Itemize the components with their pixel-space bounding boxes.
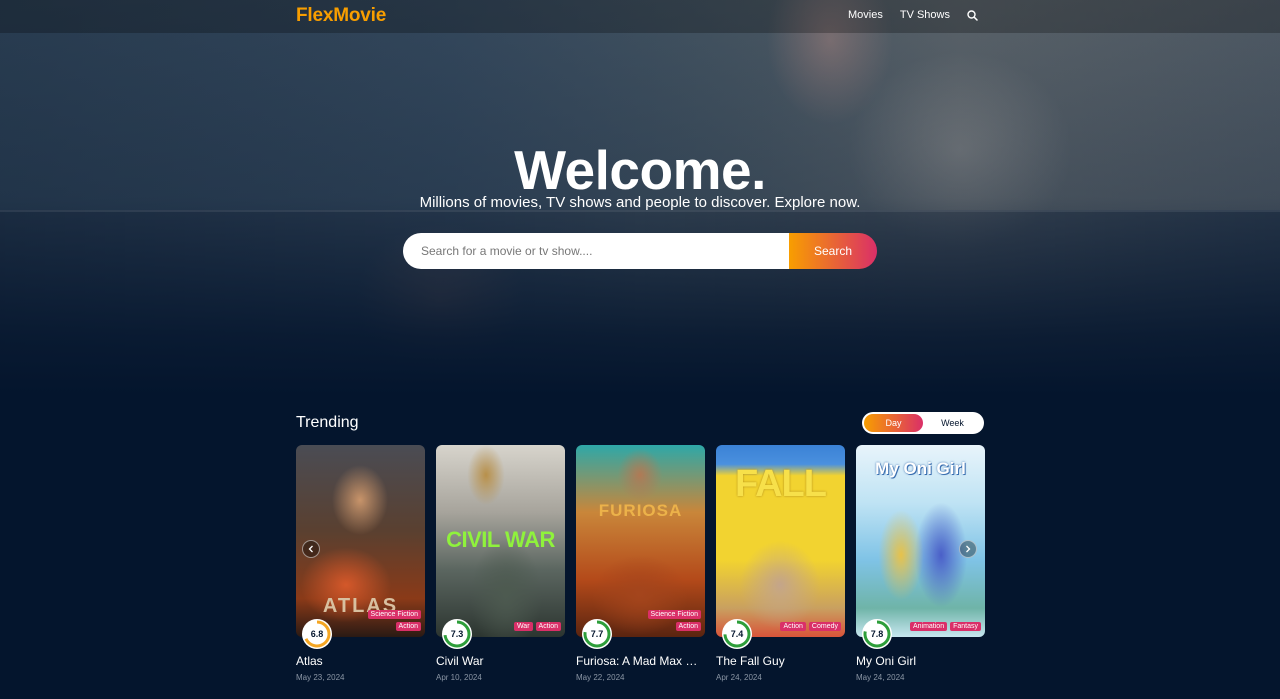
tab-day[interactable]: Day bbox=[864, 414, 923, 432]
main-nav: Movies TV Shows bbox=[848, 9, 978, 21]
movie-poster[interactable]: CIVIL WAR War Action 7.3 bbox=[436, 445, 565, 649]
nav-movies[interactable]: Movies bbox=[848, 9, 883, 21]
release-date: May 23, 2024 bbox=[296, 673, 345, 682]
genre-tag: Action bbox=[535, 622, 561, 631]
trending-title: Trending bbox=[296, 414, 359, 431]
genre-tags: Science Fiction Action bbox=[647, 610, 701, 631]
genre-tag: Science Fiction bbox=[647, 610, 701, 619]
nav-tv-shows[interactable]: TV Shows bbox=[900, 9, 950, 21]
rating-circle: 7.4 bbox=[722, 619, 752, 649]
rating-circle: 6.8 bbox=[302, 619, 332, 649]
rating-circle: 7.3 bbox=[442, 619, 472, 649]
rating-value: 6.8 bbox=[310, 629, 324, 639]
genre-tag: Action bbox=[780, 622, 806, 631]
release-date: May 24, 2024 bbox=[856, 673, 905, 682]
genre-tags: War Action bbox=[513, 622, 561, 631]
genre-tag: Action bbox=[395, 622, 421, 631]
genre-tag: War bbox=[513, 622, 533, 631]
poster-image: FURIOSA bbox=[576, 445, 705, 637]
genre-tags: Science Fiction Action bbox=[367, 610, 421, 631]
genre-tags: Action Comedy bbox=[780, 622, 841, 631]
poster-title-art: FALL bbox=[735, 463, 827, 505]
movie-title[interactable]: My Oni Girl bbox=[856, 654, 985, 668]
top-navbar: FlexMovie Movies TV Shows bbox=[0, 0, 1280, 33]
site-logo[interactable]: FlexMovie bbox=[296, 5, 386, 27]
movie-card[interactable]: FURIOSA Science Fiction Action 7.7 Furio… bbox=[576, 445, 705, 682]
tab-week[interactable]: Week bbox=[923, 414, 982, 432]
release-date: Apr 10, 2024 bbox=[436, 673, 482, 682]
movie-poster[interactable]: FURIOSA Science Fiction Action 7.7 bbox=[576, 445, 705, 649]
movie-poster[interactable]: FALL Action Comedy 7.4 bbox=[716, 445, 845, 649]
rating-value: 7.7 bbox=[590, 629, 604, 639]
genre-tags: Animation Fantasy bbox=[909, 622, 981, 631]
genre-tag: Action bbox=[675, 622, 701, 631]
movie-title[interactable]: The Fall Guy bbox=[716, 654, 845, 668]
movie-card[interactable]: CIVIL WAR War Action 7.3 Civil War Apr 1… bbox=[436, 445, 565, 682]
rating-value: 7.8 bbox=[870, 629, 884, 639]
poster-image: CIVIL WAR bbox=[436, 445, 565, 637]
poster-title-art: My Oni Girl bbox=[875, 459, 966, 478]
genre-tag: Fantasy bbox=[950, 622, 981, 631]
poster-title-art: FURIOSA bbox=[598, 501, 683, 520]
search-input[interactable] bbox=[403, 233, 789, 269]
hero-search-bar: Search bbox=[403, 233, 877, 269]
trending-time-switch: Day Week bbox=[862, 412, 984, 434]
genre-tag: Science Fiction bbox=[367, 610, 421, 619]
movie-card[interactable]: FALL Action Comedy 7.4 The Fall Guy Apr … bbox=[716, 445, 845, 682]
rating-value: 7.4 bbox=[730, 629, 744, 639]
genre-tag: Animation bbox=[909, 622, 948, 631]
movie-title[interactable]: Civil War bbox=[436, 654, 565, 668]
genre-tag: Comedy bbox=[808, 622, 841, 631]
movie-card[interactable]: My Oni Girl Animation Fantasy 7.8 My Oni… bbox=[856, 445, 985, 682]
search-icon[interactable] bbox=[967, 9, 978, 21]
release-date: Apr 24, 2024 bbox=[716, 673, 762, 682]
trending-carousel: ATLAS Science Fiction Action 6.8 Atlas M… bbox=[296, 445, 985, 682]
chevron-left-icon[interactable] bbox=[302, 540, 320, 558]
release-date: May 22, 2024 bbox=[576, 673, 625, 682]
movie-title[interactable]: Furiosa: A Mad Max Saga bbox=[576, 654, 705, 668]
chevron-right-icon[interactable] bbox=[959, 540, 977, 558]
movie-title[interactable]: Atlas bbox=[296, 654, 425, 668]
rating-circle: 7.7 bbox=[582, 619, 612, 649]
movie-card[interactable]: ATLAS Science Fiction Action 6.8 Atlas M… bbox=[296, 445, 425, 682]
hero-subtitle: Millions of movies, TV shows and people … bbox=[419, 194, 861, 211]
hero-title: Welcome. bbox=[514, 139, 766, 201]
poster-image: FALL bbox=[716, 445, 845, 637]
poster-title-art: CIVIL WAR bbox=[446, 527, 555, 552]
rating-value: 7.3 bbox=[450, 629, 464, 639]
search-button[interactable]: Search bbox=[789, 233, 877, 269]
rating-circle: 7.8 bbox=[862, 619, 892, 649]
